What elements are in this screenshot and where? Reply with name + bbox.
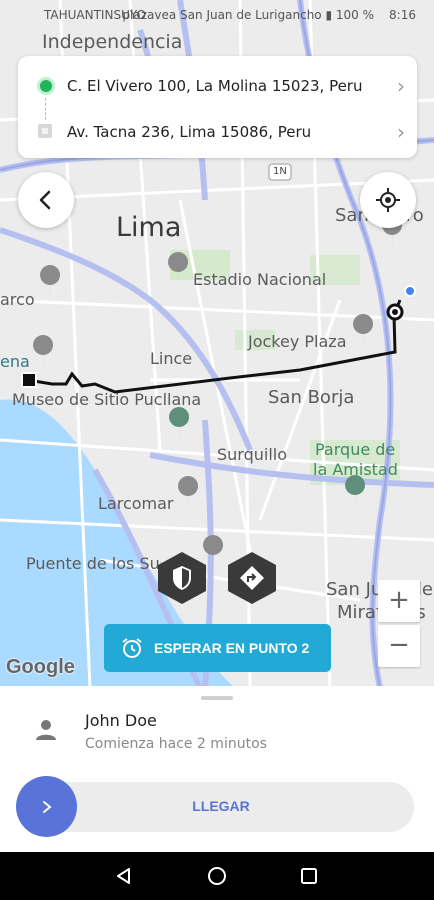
status-bar: TAHUANTINSUYO plazavea San Juan de Lurig… xyxy=(0,0,434,34)
current-location-dot xyxy=(404,285,416,297)
bottom-sheet: John Doe Comienza hace 2 minutos LLEGAR xyxy=(0,686,434,852)
directions-button[interactable] xyxy=(226,550,278,606)
map-label-puente: Puente de los Suspiros xyxy=(26,556,161,572)
status-right: plazavea San Juan de Lurigancho ▮ 100 % xyxy=(122,8,374,22)
chevron-right-icon: › xyxy=(397,74,405,98)
alarm-clock-icon xyxy=(122,638,142,658)
person-icon xyxy=(36,720,56,740)
crosshair-icon xyxy=(376,188,400,212)
chevron-right-icon: › xyxy=(397,120,405,144)
zoom-in-button[interactable]: + xyxy=(378,580,420,622)
map-label-independencia: Independencia xyxy=(42,31,183,53)
home-nav-icon[interactable] xyxy=(207,866,227,886)
map-label-arco: arco xyxy=(0,290,35,309)
origin-marker xyxy=(21,372,37,388)
back-button[interactable] xyxy=(18,172,74,228)
clock: 8:16 xyxy=(389,8,416,22)
arrow-left-icon xyxy=(39,190,51,210)
highway-shield-label: 1N xyxy=(273,166,287,177)
origin-address: C. El Vivero 100, La Molina 15023, Peru xyxy=(67,77,363,95)
safety-shield-button[interactable] xyxy=(156,550,208,606)
system-nav-bar xyxy=(0,852,434,900)
map-label-lima: Lima xyxy=(116,212,182,243)
map-label-estadio: Estadio Nacional xyxy=(193,270,327,289)
map-label-parque-2: la Amistad xyxy=(313,460,398,479)
destination-row[interactable]: Av. Tacna 236, Lima 15086, Peru › xyxy=(18,108,417,158)
map-label-jockey: Jockey Plaza xyxy=(248,332,347,351)
origin-dot-icon xyxy=(37,77,55,95)
sheet-handle[interactable] xyxy=(201,696,233,700)
my-location-button[interactable] xyxy=(360,172,416,228)
trip-status: Comienza hace 2 minutos xyxy=(85,736,267,752)
back-nav-icon[interactable] xyxy=(114,866,134,886)
map-label-larcomar: Larcomar xyxy=(98,494,174,513)
map-label-surquillo: Surquillo xyxy=(217,445,288,464)
passenger-name: John Doe xyxy=(85,711,157,730)
route-card: C. El Vivero 100, La Molina 15023, Peru … xyxy=(18,56,417,158)
destination-square-icon xyxy=(38,124,52,138)
arrive-slider[interactable]: LLEGAR xyxy=(16,776,414,837)
google-attribution[interactable]: Google xyxy=(6,656,75,679)
map-label-museo: Museo de Sitio Pucllana xyxy=(12,390,202,409)
map-label-ena: ena xyxy=(0,352,30,371)
destination-address: Av. Tacna 236, Lima 15086, Peru xyxy=(67,123,312,141)
wait-at-point-button[interactable]: ESPERAR EN PUNTO 2 xyxy=(104,624,331,672)
zoom-out-button[interactable]: − xyxy=(378,625,420,667)
slider-knob[interactable] xyxy=(16,776,77,837)
recents-nav-icon[interactable] xyxy=(300,867,318,885)
map-label-lince: Lince xyxy=(150,349,193,368)
map-label-parque-1: Parque de xyxy=(315,440,396,459)
chevron-right-icon xyxy=(42,800,52,813)
wait-button-label: ESPERAR EN PUNTO 2 xyxy=(154,640,310,656)
map-label-san-borja: San Borja xyxy=(268,387,355,408)
origin-row[interactable]: C. El Vivero 100, La Molina 15023, Peru … xyxy=(18,60,417,110)
